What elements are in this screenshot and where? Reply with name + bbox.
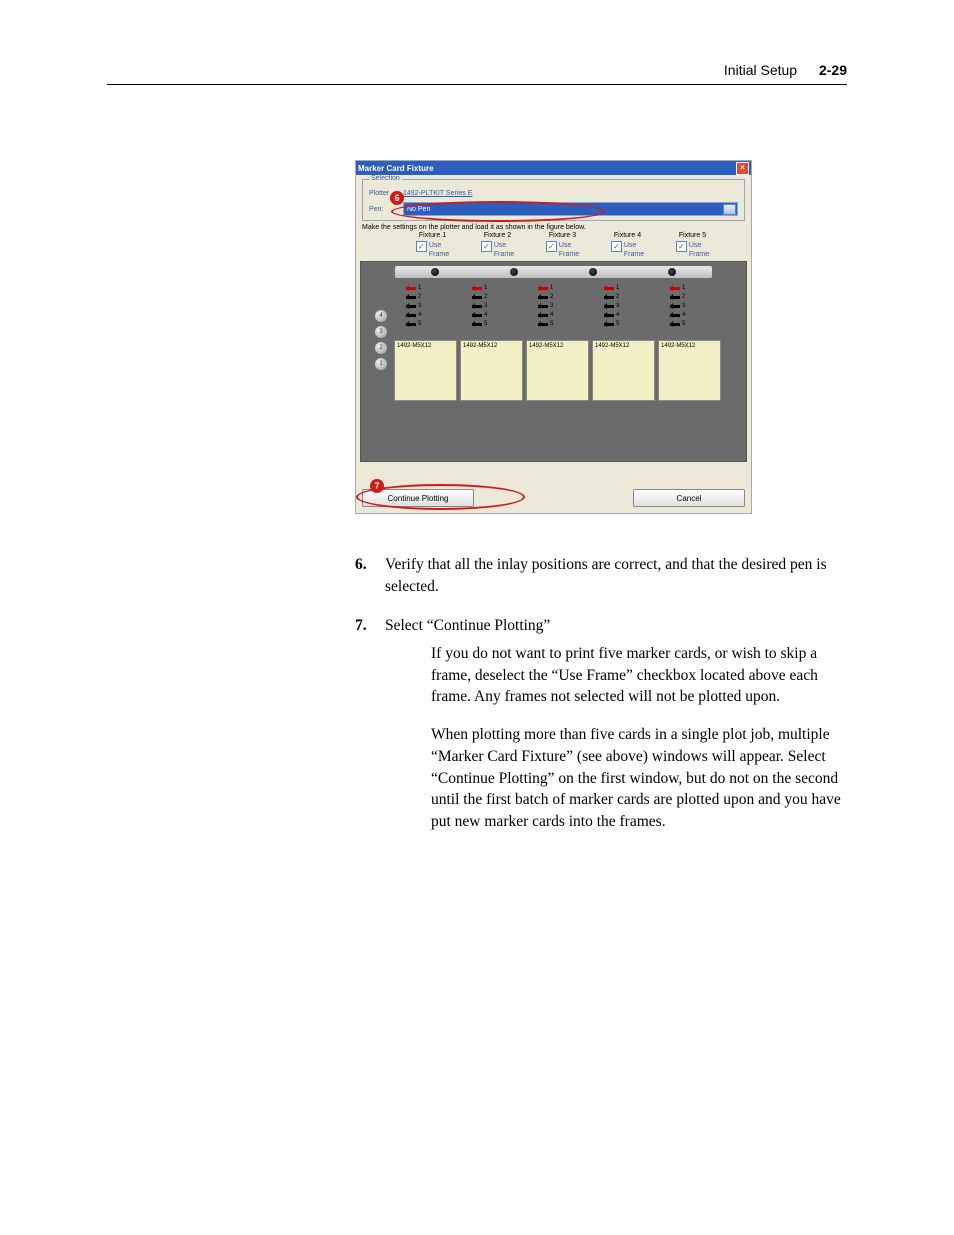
use-frame-label-1: Use Frame [429,241,449,259]
step-7-note-2: When plotting more than five cards in a … [431,724,850,832]
step-7-number: 7. [355,615,385,637]
dialog-titlebar: Marker Card Fixture × [356,161,751,175]
marker-card-fixture-dialog: Marker Card Fixture × Selection Plotter … [355,160,752,514]
plotter-instruction: Make the settings on the plotter and loa… [362,224,745,231]
use-frame-checkbox-5[interactable]: ✓ [676,241,687,252]
use-frame-label-5: Use Frame [689,241,709,259]
use-frame-label-3: Use Frame [559,241,579,259]
step-6: 6. Verify that all the inlay positions a… [355,554,850,597]
use-frame-checkbox-4[interactable]: ✓ [611,241,622,252]
header-rule [107,84,847,85]
card-5: 1 2 3 4 5 1492-M5X12 [658,282,721,401]
fixture-1-label: Fixture 1 [400,232,465,239]
fixture-3-label: Fixture 3 [530,232,595,239]
pin-dot-icon [510,268,518,276]
card-label-1: 1492-M5X12 [394,340,457,401]
slot-knob-2: 2 [375,342,387,354]
fixture-4-label: Fixture 4 [595,232,660,239]
use-frame-row: ✓Use Frame ✓Use Frame ✓Use Frame ✓Use Fr… [362,241,745,259]
use-frame-checkbox-1[interactable]: ✓ [416,241,427,252]
step-6-number: 6. [355,554,385,597]
use-frame-checkbox-3[interactable]: ✓ [546,241,557,252]
pin-dot-icon [431,268,439,276]
pin-dot-icon [668,268,676,276]
pin-dot-icon [589,268,597,276]
slot-knob-4: 4 [375,310,387,322]
card-label-4: 1492-M5X12 [592,340,655,401]
callout-7-ellipse [356,484,525,510]
card-2: 1 2 3 4 5 1492-M5X12 [460,282,523,401]
card-3: 1 2 3 4 5 1492-M5X12 [526,282,589,401]
page-number: 2-29 [819,62,847,78]
selection-legend: Selection [369,175,402,182]
plotter-value-link[interactable]: 1492-PLTKIT Series E [403,190,472,197]
card-label-2: 1492-M5X12 [460,340,523,401]
cancel-button[interactable]: Cancel [633,489,745,507]
card-1: 1 2 3 4 5 1492-M5X12 [394,282,457,401]
page-header: Initial Setup 2-29 [724,62,847,78]
use-frame-label-4: Use Frame [624,241,644,259]
use-frame-label-2: Use Frame [494,241,514,259]
slot-knob-column: 4 3 2 1 [371,310,391,370]
body-text: 6. Verify that all the inlay positions a… [355,554,850,849]
callout-6-ellipse [391,201,605,222]
fixture-headers: Fixture 1 Fixture 2 Fixture 3 Fixture 4 … [362,232,745,239]
cards-row: 4 3 2 1 1 2 3 4 5 1492-M5X12 [365,282,742,401]
step-6-text: Verify that all the inlay positions are … [385,554,850,597]
step-7-text: Select “Continue Plotting” [385,615,850,637]
use-frame-checkbox-2[interactable]: ✓ [481,241,492,252]
step-7-note-1: If you do not want to print five marker … [431,643,850,708]
card-label-5: 1492-M5X12 [658,340,721,401]
step-7: 7. Select “Continue Plotting” [355,615,850,637]
fixture-2-label: Fixture 2 [465,232,530,239]
chevron-down-icon [723,204,736,215]
callout-6-badge: 6 [390,191,404,205]
section-name: Initial Setup [724,62,797,78]
close-icon[interactable]: × [736,162,749,175]
slot-knob-1: 1 [375,358,387,370]
dialog-title: Marker Card Fixture [358,164,434,173]
plotter-pin-rail [395,266,712,278]
card-label-3: 1492-M5X12 [526,340,589,401]
card-4: 1 2 3 4 5 1492-M5X12 [592,282,655,401]
slot-knob-3: 3 [375,326,387,338]
plotter-body: 4 3 2 1 1 2 3 4 5 1492-M5X12 [360,261,747,462]
fixture-5-label: Fixture 5 [660,232,725,239]
